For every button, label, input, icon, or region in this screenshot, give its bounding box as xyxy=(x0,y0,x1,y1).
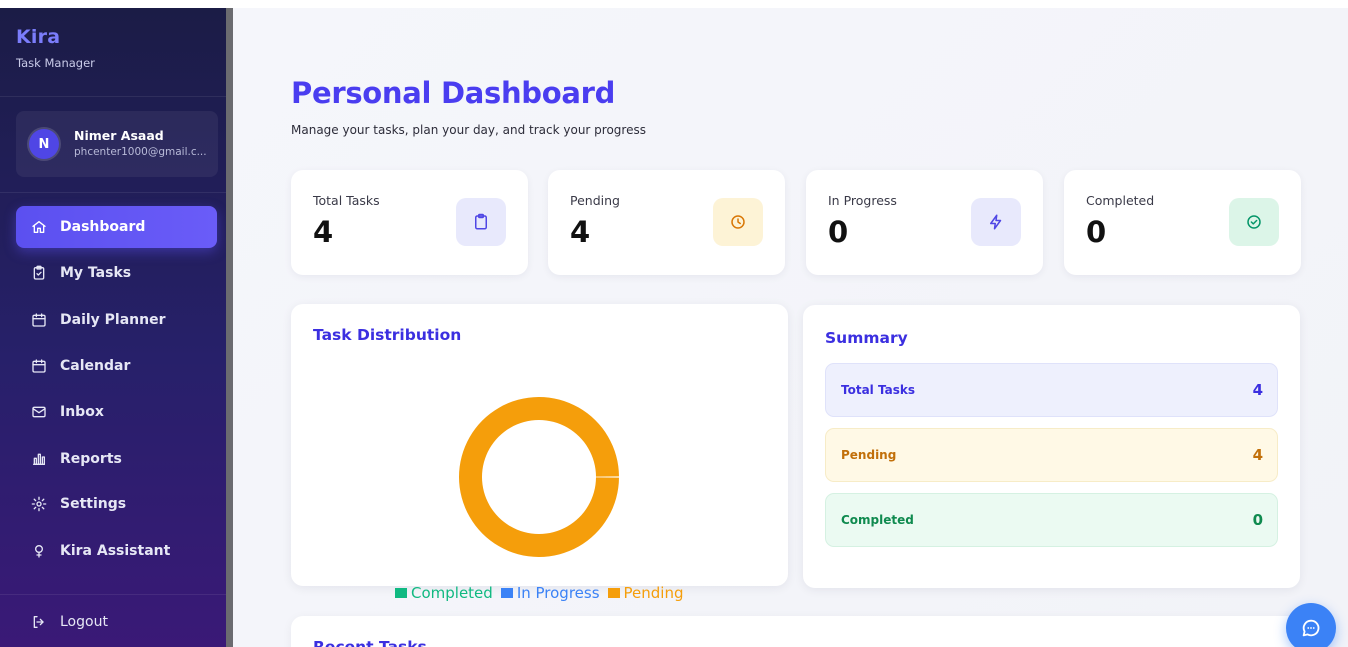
clock-icon xyxy=(713,198,763,246)
legend-item-in-progress[interactable]: In Progress xyxy=(500,584,600,602)
summary-panel: Summary Total Tasks 4 Pending 4 Complete… xyxy=(803,305,1300,588)
brand: Kira Task Manager xyxy=(16,26,95,70)
stat-value: 0 xyxy=(1086,215,1107,249)
page-subtitle: Manage your tasks, plan your day, and tr… xyxy=(291,123,646,137)
lightbulb-icon xyxy=(30,542,48,560)
calendar-icon xyxy=(30,357,48,375)
stat-label: In Progress xyxy=(828,193,897,208)
chat-bubble-icon xyxy=(1302,619,1320,637)
summary-label: Completed xyxy=(841,513,914,527)
sidebar-item-reports[interactable]: Reports xyxy=(16,438,217,480)
sidebar-item-inbox[interactable]: Inbox xyxy=(16,391,217,433)
legend-swatch xyxy=(607,588,620,598)
avatar: N xyxy=(29,129,59,159)
bar-chart-icon xyxy=(30,450,48,468)
logout-button[interactable]: Logout xyxy=(16,601,217,643)
divider xyxy=(0,192,226,193)
legend-swatch xyxy=(395,588,407,598)
sidebar: Kira Task Manager N Nimer Asaad phcenter… xyxy=(0,8,226,647)
sidebar-item-label: Settings xyxy=(60,496,127,512)
divider xyxy=(0,594,226,595)
sidebar-item-dashboard[interactable]: Dashboard xyxy=(16,206,217,248)
sidebar-item-my-tasks[interactable]: My Tasks xyxy=(16,252,217,294)
sidebar-item-label: Daily Planner xyxy=(60,312,166,328)
stat-label: Pending xyxy=(570,193,620,208)
sidebar-item-daily-planner[interactable]: Daily Planner xyxy=(16,299,217,341)
chart-legend: Completed In Progress Pending xyxy=(395,584,692,602)
stat-card-in-progress: In Progress 0 xyxy=(806,170,1043,275)
summary-row-pending: Pending 4 xyxy=(825,428,1278,482)
check-circle-icon xyxy=(1229,198,1279,246)
stat-label: Total Tasks xyxy=(313,193,380,208)
stat-label: Completed xyxy=(1086,193,1155,208)
legend-label: Pending xyxy=(623,584,684,602)
chat-button[interactable] xyxy=(1286,603,1336,647)
sidebar-scrollbar[interactable] xyxy=(226,8,233,647)
stat-value: 0 xyxy=(828,215,849,249)
sidebar-item-settings[interactable]: Settings xyxy=(16,483,217,525)
sidebar-item-label: Reports xyxy=(60,451,122,467)
lightning-icon xyxy=(971,198,1021,246)
legend-swatch xyxy=(500,588,513,598)
sidebar-item-label: Calendar xyxy=(60,358,131,374)
brand-name: Kira xyxy=(16,26,61,48)
sidebar-item-label: Inbox xyxy=(60,404,104,420)
recent-tasks-panel: Recent Tasks xyxy=(291,616,1300,647)
top-strip xyxy=(0,0,1348,8)
user-name: Nimer Asaad xyxy=(74,128,164,143)
legend-label: In Progress xyxy=(516,584,600,602)
sidebar-item-calendar[interactable]: Calendar xyxy=(16,345,217,387)
stat-value: 4 xyxy=(570,215,591,249)
page-title: Personal Dashboard xyxy=(291,76,616,110)
summary-label: Total Tasks xyxy=(841,383,915,397)
user-email: phcenter1000@gmail.c... xyxy=(74,146,207,158)
clipboard-icon xyxy=(30,264,48,282)
gear-icon xyxy=(30,495,48,513)
sidebar-item-label: Dashboard xyxy=(60,219,146,235)
stat-card-pending: Pending 4 xyxy=(548,170,785,275)
brand-subtitle: Task Manager xyxy=(16,56,95,70)
legend-label: Completed xyxy=(411,584,493,602)
stat-card-completed: Completed 0 xyxy=(1064,170,1301,275)
clipboard-icon xyxy=(456,198,506,246)
stat-card-total-tasks: Total Tasks 4 xyxy=(291,170,528,275)
donut-chart xyxy=(459,397,619,557)
summary-row-completed: Completed 0 xyxy=(825,493,1278,547)
logout-label: Logout xyxy=(60,614,108,630)
calendar-icon xyxy=(30,311,48,329)
stat-value: 4 xyxy=(313,215,334,249)
panel-title: Recent Tasks xyxy=(313,638,427,647)
summary-value: 4 xyxy=(1252,381,1263,399)
sidebar-item-kira-assistant[interactable]: Kira Assistant xyxy=(16,530,217,572)
home-icon xyxy=(30,218,48,236)
mail-icon xyxy=(30,403,48,421)
logout-icon xyxy=(30,613,48,631)
summary-label: Pending xyxy=(841,448,897,462)
divider xyxy=(0,96,226,97)
summary-value: 0 xyxy=(1252,511,1263,529)
sidebar-item-label: My Tasks xyxy=(60,265,132,281)
summary-row-total-tasks: Total Tasks 4 xyxy=(825,363,1278,417)
panel-title: Summary xyxy=(825,329,908,347)
legend-item-completed[interactable]: Completed xyxy=(395,584,493,602)
donut-slice-pending[interactable] xyxy=(459,397,619,557)
legend-item-pending[interactable]: Pending xyxy=(607,584,684,602)
sidebar-item-label: Kira Assistant xyxy=(60,543,171,559)
user-profile-card[interactable]: N Nimer Asaad phcenter1000@gmail.c... xyxy=(16,111,218,177)
summary-value: 4 xyxy=(1252,446,1263,464)
task-distribution-panel: Task Distribution xyxy=(291,304,788,586)
